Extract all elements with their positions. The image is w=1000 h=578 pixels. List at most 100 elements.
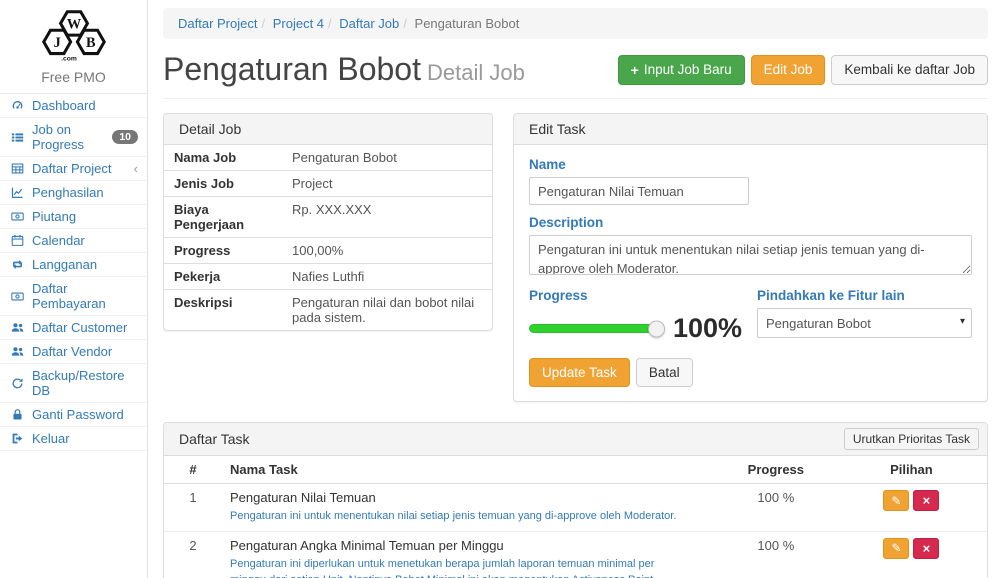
sidebar-item-penghasilan[interactable]: Penghasilan: [0, 181, 147, 205]
column-header-name: Nama Task: [222, 456, 716, 484]
table-row: 2 Pengaturan Angka Minimal Temuan per Mi…: [164, 531, 987, 578]
sidebar-item-label: Backup/Restore DB: [32, 368, 138, 398]
sidebar-item-daftar-customer[interactable]: Daftar Customer: [0, 316, 147, 340]
sidebar-item-calendar[interactable]: Calendar: [0, 229, 147, 253]
breadcrumb-separator: /: [399, 16, 411, 31]
delete-task-button[interactable]: ×: [913, 538, 939, 559]
task-progress: 100 %: [716, 531, 836, 578]
task-name-input[interactable]: [529, 177, 749, 205]
column-header-actions: Pilihan: [836, 456, 987, 484]
detail-job-table: Nama JobPengaturan Bobot Jenis JobProjec…: [164, 145, 492, 330]
detail-value: Pengaturan Bobot: [282, 145, 492, 171]
urutkan-prioritas-task-button-top[interactable]: Urutkan Prioritas Task: [844, 428, 979, 450]
detail-job-panel: Detail Job Nama JobPengaturan Bobot Jeni…: [163, 113, 493, 331]
pencil-icon: ✎: [891, 495, 901, 507]
sidebar-item-job-on-progress[interactable]: Job on Progress 10: [0, 118, 147, 157]
delete-task-button[interactable]: ×: [913, 490, 939, 511]
task-actions: ✎ ×: [836, 531, 987, 578]
progress-label: Progress: [529, 288, 757, 303]
update-task-button[interactable]: Update Task: [529, 358, 630, 387]
sidebar-item-ganti-password[interactable]: Ganti Password: [0, 403, 147, 427]
edit-job-button[interactable]: Edit Job: [751, 55, 826, 85]
edit-task-button[interactable]: ✎: [883, 490, 909, 511]
table-row: Jenis JobProject: [164, 171, 492, 197]
lock-icon: [9, 408, 25, 421]
sidebar-item-label: Dashboard: [32, 98, 96, 113]
app-root: W J B .com Free PMO Dashboard Job on Pro…: [0, 0, 1000, 578]
edit-task-panel-title: Edit Task: [514, 114, 987, 145]
list-icon: [9, 131, 25, 144]
logo: W J B .com Free PMO: [0, 0, 147, 94]
table-row: Biaya PengerjaanRp. XXX.XXX: [164, 197, 492, 238]
sidebar-item-piutang[interactable]: Piutang: [0, 205, 147, 229]
detail-job-panel-title: Detail Job: [164, 114, 492, 145]
sidebar-item-dashboard[interactable]: Dashboard: [0, 94, 147, 118]
table-row: 1 Pengaturan Nilai Temuan Pengaturan ini…: [164, 484, 987, 532]
sidebar-nav: Dashboard Job on Progress 10 Daftar Proj…: [0, 94, 147, 451]
main-content: Daftar Project/ Project 4/ Daftar Job/ P…: [148, 0, 1000, 578]
task-table: # Nama Task Progress Pilihan 1 Pengatura…: [164, 456, 987, 578]
progress-value: 100%: [673, 313, 742, 344]
money-icon: [9, 290, 25, 303]
calendar-icon: [9, 234, 25, 247]
header-buttons: +Input Job Baru Edit Job Kembali ke daft…: [618, 55, 988, 85]
task-number: 1: [164, 484, 222, 532]
detail-label: Nama Job: [164, 145, 282, 171]
edit-task-panel: Edit Task Name Description Pengaturan in…: [513, 113, 988, 402]
detail-value: Nafies Luthfi: [282, 264, 492, 290]
progress-slider[interactable]: [529, 324, 657, 333]
breadcrumb-separator: /: [257, 16, 269, 31]
sidebar-item-label: Daftar Project: [32, 161, 111, 176]
detail-label: Progress: [164, 238, 282, 264]
table-row: Nama JobPengaturan Bobot: [164, 145, 492, 171]
sidebar-item-langganan[interactable]: Langganan: [0, 253, 147, 277]
task-description: Pengaturan ini untuk menentukan nilai se…: [230, 508, 708, 525]
page-subtitle: Detail Job: [427, 60, 525, 85]
table-icon: [9, 162, 25, 175]
sidebar-item-label: Daftar Pembayaran: [32, 281, 138, 311]
sidebar-item-daftar-project[interactable]: Daftar Project ‹: [0, 157, 147, 181]
refresh-icon: [9, 377, 25, 390]
breadcrumb-current: Pengaturan Bobot: [415, 16, 520, 31]
task-name-cell: Pengaturan Angka Minimal Temuan per Ming…: [222, 531, 716, 578]
move-to-feature-label: Pindahkan ke Fitur lain: [757, 288, 972, 303]
input-job-baru-button[interactable]: +Input Job Baru: [618, 55, 745, 85]
retweet-icon: [9, 258, 25, 271]
detail-label: Jenis Job: [164, 171, 282, 197]
job-count-badge: 10: [112, 130, 138, 145]
sidebar-item-keluar[interactable]: Keluar: [0, 427, 147, 451]
batal-button[interactable]: Batal: [636, 358, 693, 387]
kembali-ke-daftar-job-button[interactable]: Kembali ke daftar Job: [831, 55, 988, 85]
daftar-task-title: Daftar Task: [179, 431, 250, 447]
breadcrumb-link-project-4[interactable]: Project 4: [273, 16, 324, 31]
move-to-feature-select[interactable]: Pengaturan Bobot: [757, 308, 972, 338]
sign-out-icon: [9, 432, 25, 445]
svg-text:.com: .com: [61, 55, 77, 62]
edit-task-button[interactable]: ✎: [883, 538, 909, 559]
task-description: Pengaturan ini diperlukan untuk menetuka…: [230, 556, 708, 578]
breadcrumb-link-daftar-job[interactable]: Daftar Job: [339, 16, 399, 31]
money-icon: [9, 210, 25, 223]
close-icon: ×: [923, 494, 931, 507]
sidebar-item-daftar-vendor[interactable]: Daftar Vendor: [0, 340, 147, 364]
task-name: Pengaturan Angka Minimal Temuan per Ming…: [230, 538, 708, 553]
edit-task-form: Name Description Pengaturan ini untuk me…: [514, 145, 987, 401]
breadcrumb-link-daftar-project[interactable]: Daftar Project: [178, 16, 257, 31]
task-name: Pengaturan Nilai Temuan: [230, 490, 708, 505]
task-number: 2: [164, 531, 222, 578]
jwb-logo-icon: W J B .com: [32, 8, 116, 64]
page-title: Pengaturan BobotDetail Job: [163, 51, 525, 88]
sidebar-item-backup-restore[interactable]: Backup/Restore DB: [0, 364, 147, 403]
move-group: Pindahkan ke Fitur lain Pengaturan Bobot…: [757, 288, 972, 344]
detail-value: Rp. XXX.XXX: [282, 197, 492, 238]
progress-slider-handle[interactable]: [648, 320, 665, 337]
sidebar-item-daftar-pembayaran[interactable]: Daftar Pembayaran: [0, 277, 147, 316]
task-description-textarea[interactable]: Pengaturan ini untuk menentukan nilai se…: [529, 235, 972, 275]
sidebar-item-label: Piutang: [32, 209, 76, 224]
description-label: Description: [529, 215, 972, 230]
page-header: Pengaturan BobotDetail Job +Input Job Ba…: [163, 45, 988, 99]
table-row: DeskripsiPengaturan nilai dan bobot nila…: [164, 290, 492, 331]
progress-move-row: Progress 100% Pindahkan ke Fitur lain: [529, 288, 972, 344]
detail-label: Biaya Pengerjaan: [164, 197, 282, 238]
svg-text:W: W: [66, 16, 81, 32]
